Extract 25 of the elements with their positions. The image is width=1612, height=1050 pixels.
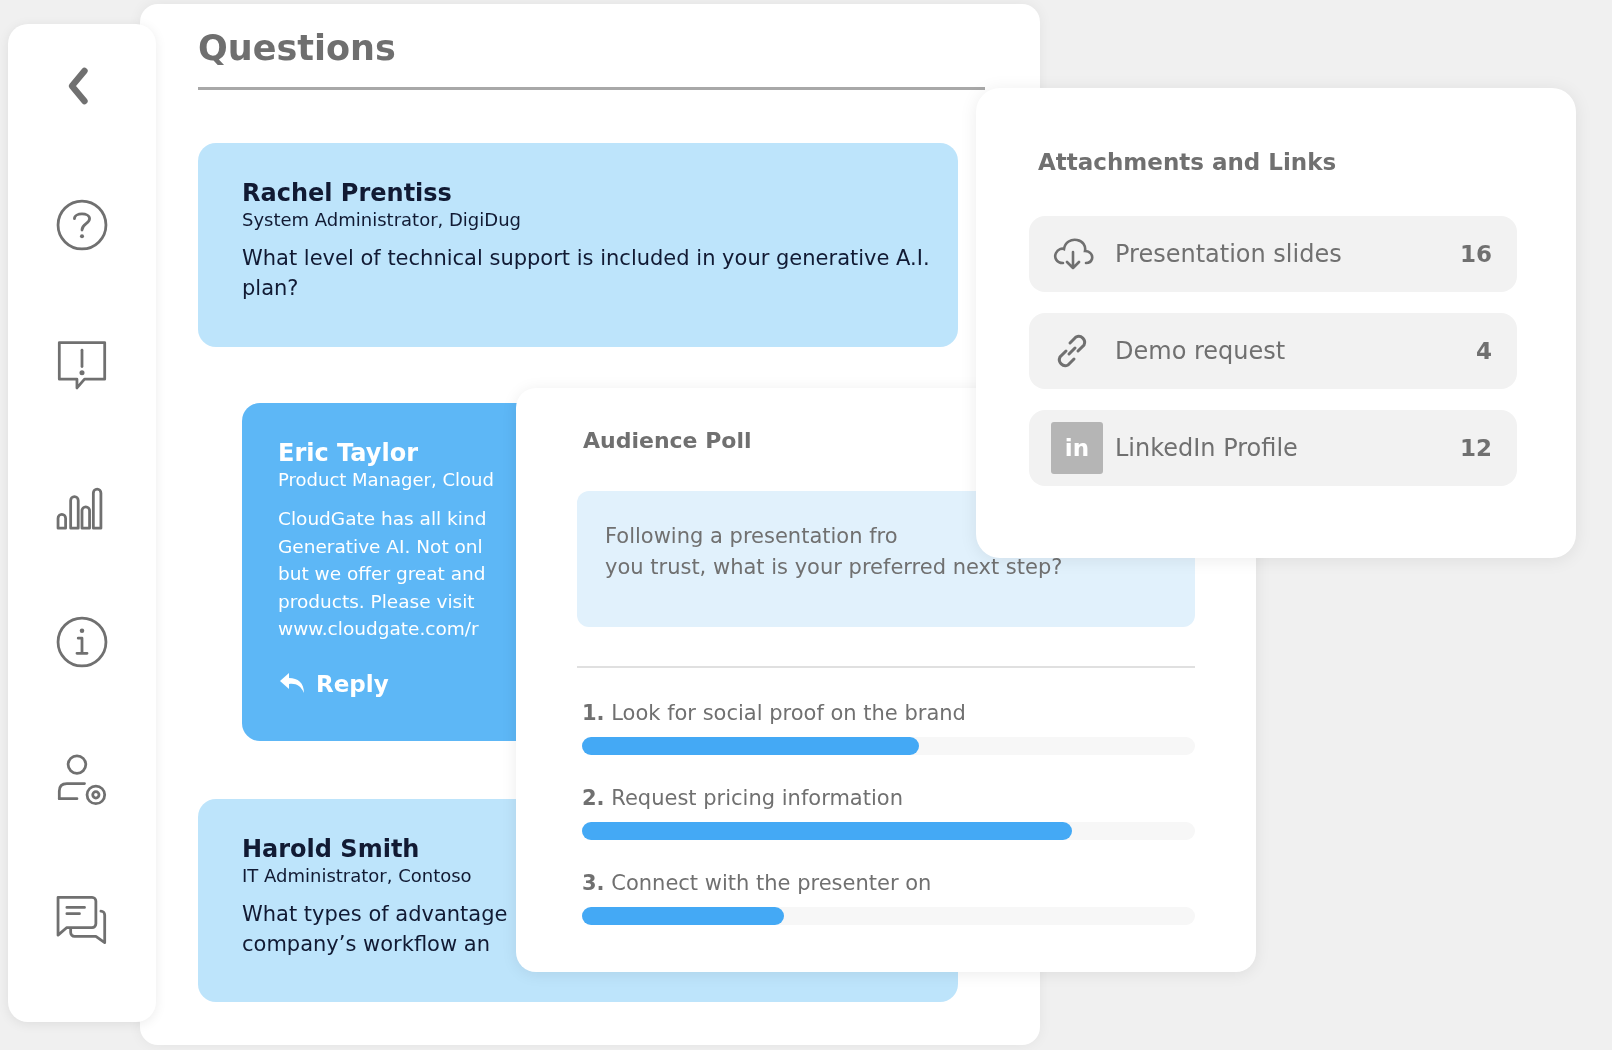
attachment-item[interactable]: Demo request 4 — [1029, 313, 1517, 389]
attachment-count: 12 — [1460, 435, 1492, 461]
author-role: Product Manager, Cloud — [278, 469, 494, 491]
attachment-label: Presentation slides — [1115, 240, 1343, 268]
panel-title: Questions — [198, 27, 397, 70]
author-name: Harold Smith — [242, 834, 420, 865]
author-name: Rachel Prentiss — [242, 178, 452, 209]
attachment-label: Demo request — [1115, 337, 1287, 365]
question-text: What level of technical support is included in your generative A.I. plan? — [242, 245, 931, 302]
author-role: System Administrator, DigiDug — [242, 209, 521, 231]
attachments-title: Attachments and Links — [1038, 148, 1337, 177]
attachment-item[interactable]: in LinkedIn Profile 12 — [1029, 410, 1517, 486]
answer-text: CloudGate has all kind Generative AI. Not onl but we offer great and products. Please visit www.cloudgate.com/r — [278, 507, 487, 641]
question-text: What types of advantage company’s workflow an — [242, 901, 509, 958]
poll-option[interactable]: 2. Request pricing information — [582, 783, 903, 813]
profile-icon: in — [1051, 422, 1103, 474]
poll-option[interactable]: 3. Connect with the presenter on — [582, 868, 932, 898]
attachment-count: 4 — [1476, 338, 1492, 364]
attachment-label: LinkedIn Profile — [1115, 434, 1299, 462]
author-role: IT Administrator, Contoso — [242, 865, 472, 887]
author-name: Eric Taylor — [278, 438, 418, 469]
poll-option[interactable]: 1. Look for social proof on the brand — [582, 698, 966, 728]
attachment-item[interactable]: Presentation slides 16 — [1029, 216, 1517, 292]
poll-title: Audience Poll — [583, 427, 752, 455]
attachment-count: 16 — [1460, 241, 1492, 267]
